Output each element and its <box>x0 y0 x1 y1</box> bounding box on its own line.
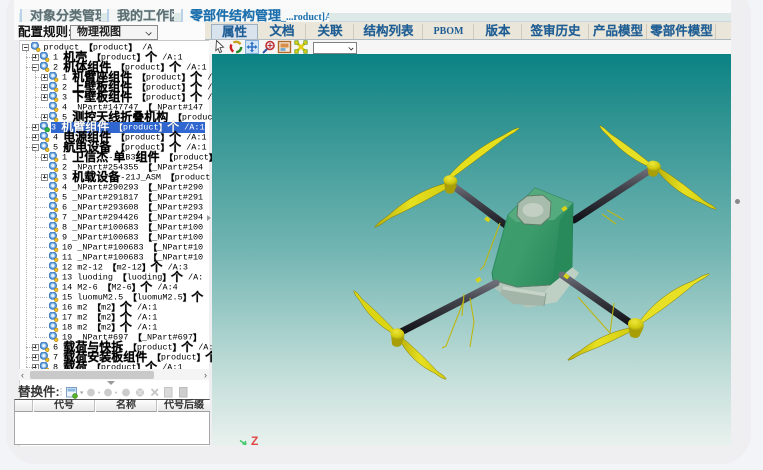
svg-text:Z: Z <box>251 434 258 446</box>
